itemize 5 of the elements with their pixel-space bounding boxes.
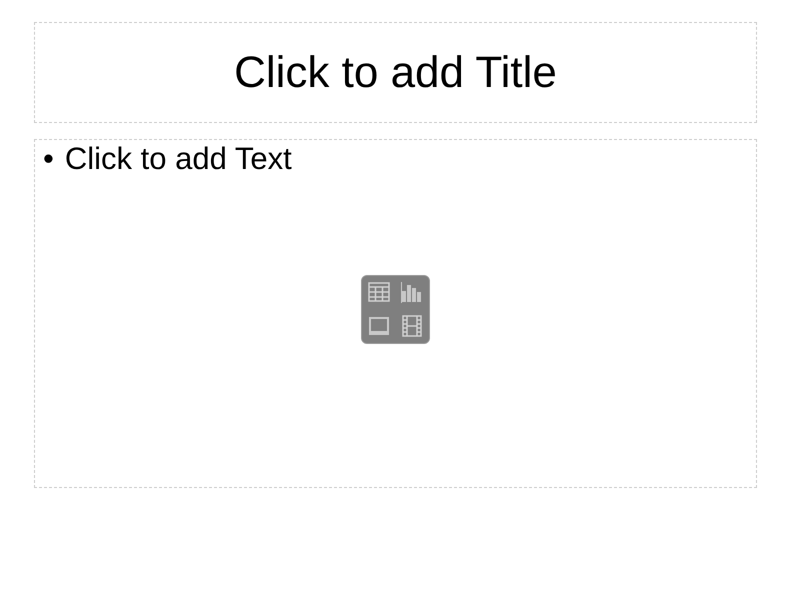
body-text: Click to add Text <box>64 142 292 176</box>
content-placeholder[interactable]: • Click to add Text <box>34 139 757 488</box>
title-text: Click to add Title <box>234 50 557 94</box>
title-placeholder[interactable]: Click to add Title <box>34 22 757 123</box>
bullet: • <box>43 142 54 176</box>
